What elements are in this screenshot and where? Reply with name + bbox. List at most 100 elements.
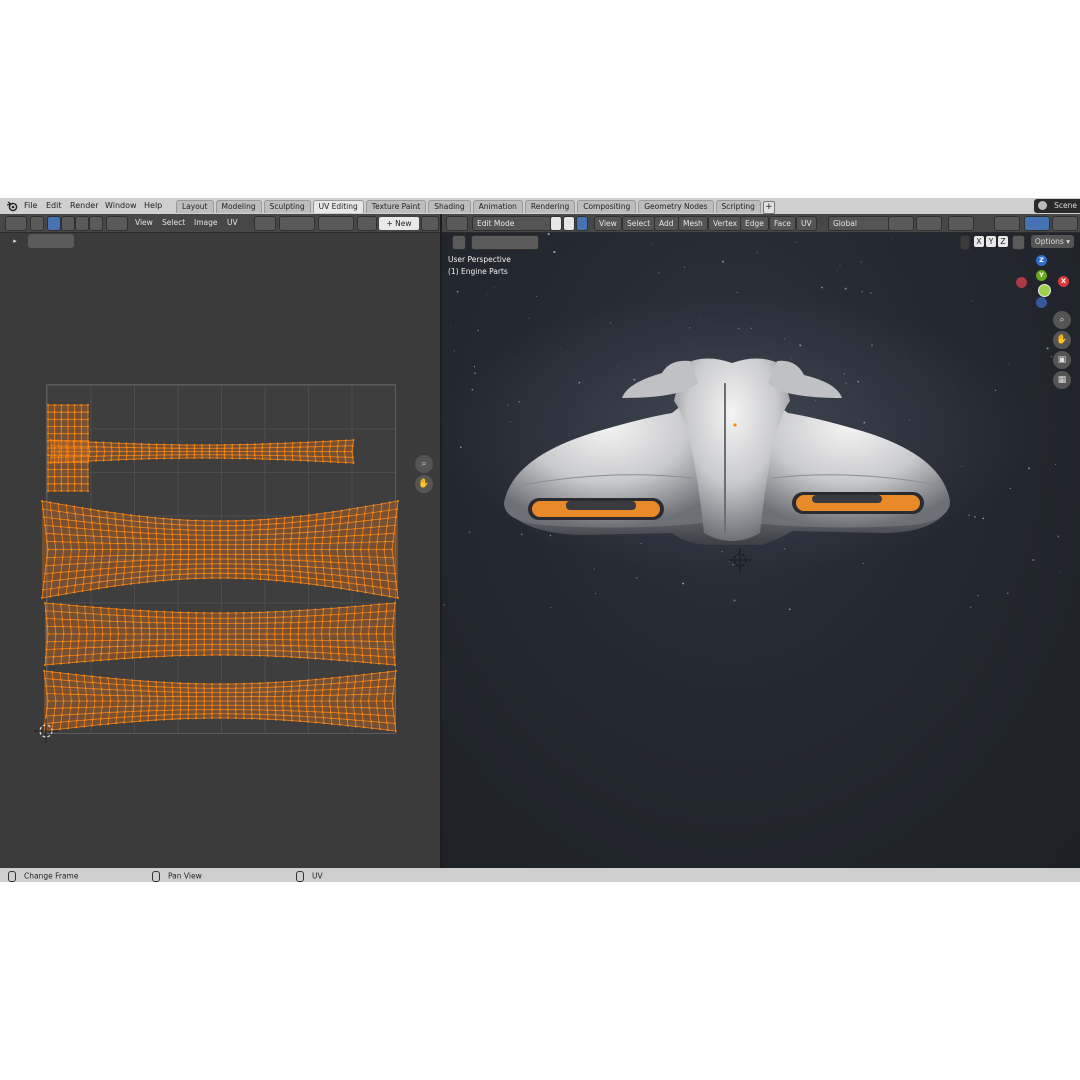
- tab-modeling[interactable]: Modeling: [215, 200, 262, 213]
- edge-mode-icon[interactable]: [563, 216, 575, 231]
- tab-texture-paint[interactable]: Texture Paint: [365, 200, 427, 213]
- viewport-3d[interactable]: User Perspective (1) Engine Parts Z Y X …: [442, 233, 1080, 868]
- vertex-select-icon[interactable]: [47, 216, 61, 231]
- menu-help[interactable]: Help: [144, 201, 162, 210]
- vp-menu-mesh[interactable]: Mesh: [678, 216, 708, 231]
- scene-name: Scene: [1054, 201, 1077, 210]
- uv-island-mid[interactable]: [41, 500, 399, 599]
- tool-toggle-icon[interactable]: [452, 235, 466, 250]
- viewport-subheader: X Y Z Options ▾: [442, 233, 1080, 250]
- sticky-mode-icon[interactable]: [106, 216, 128, 231]
- menu-window[interactable]: Window: [105, 201, 137, 210]
- uv-island-top[interactable]: [49, 439, 355, 464]
- tab-uv-editing[interactable]: UV Editing: [312, 200, 364, 213]
- uv-editor-canvas[interactable]: ⌕ ✋: [0, 233, 440, 868]
- vp-menu-add[interactable]: Add: [654, 216, 679, 231]
- scene-selector[interactable]: Scene: [1034, 199, 1080, 213]
- vp-menu-edge[interactable]: Edge: [740, 216, 769, 231]
- tab-animation[interactable]: Animation: [472, 200, 523, 213]
- camera-icon[interactable]: ▣: [1053, 351, 1071, 369]
- overlay-icon[interactable]: [1052, 216, 1078, 231]
- mirror-icon[interactable]: [960, 235, 970, 250]
- gizmo-x-axis[interactable]: X: [1058, 276, 1069, 287]
- visibility-icon[interactable]: [994, 216, 1020, 231]
- menu-file[interactable]: File: [24, 201, 37, 210]
- options-button[interactable]: Options ▾: [1030, 235, 1074, 248]
- island-select-icon[interactable]: [89, 216, 103, 231]
- gizmo-toggle-icon[interactable]: [1024, 216, 1050, 231]
- status-pan-view: Pan View: [152, 871, 202, 882]
- uv-islands[interactable]: [0, 233, 440, 868]
- face-select-icon[interactable]: [75, 216, 89, 231]
- menu-edit[interactable]: Edit: [46, 201, 62, 210]
- mirror-y-button[interactable]: Y: [986, 236, 996, 247]
- uv-subheader: ▸: [0, 233, 440, 250]
- edge-select-icon[interactable]: [61, 216, 75, 231]
- pan-hand-icon[interactable]: ✋: [1053, 331, 1071, 349]
- pivot-icon[interactable]: [254, 216, 276, 231]
- tab-compositing[interactable]: Compositing: [577, 200, 637, 213]
- add-workspace-button[interactable]: +: [762, 201, 775, 214]
- tab-geometry-nodes[interactable]: Geometry Nodes: [638, 200, 714, 213]
- uv-menu-select[interactable]: Select: [162, 218, 185, 227]
- uv-island-left[interactable]: [47, 404, 89, 492]
- vp-menu-view[interactable]: View: [594, 216, 622, 231]
- image-browse-icon[interactable]: [357, 216, 377, 231]
- menu-render[interactable]: Render: [70, 201, 98, 210]
- auto-merge-icon[interactable]: [1012, 235, 1025, 250]
- status-uv: UV: [296, 871, 323, 882]
- viewport-header: Edit Mode View Select Add Mesh Vertex Ed…: [442, 214, 1080, 233]
- blender-logo-icon[interactable]: [6, 200, 18, 212]
- vp-menu-uv[interactable]: UV: [796, 216, 817, 231]
- tab-shading[interactable]: Shading: [428, 200, 471, 213]
- proportional-icon[interactable]: [948, 216, 974, 231]
- new-image-button[interactable]: + New: [378, 216, 420, 231]
- uv-menu-uv[interactable]: UV: [227, 218, 238, 227]
- mirror-z-button[interactable]: Z: [998, 236, 1008, 247]
- uv-menu-image[interactable]: Image: [194, 218, 218, 227]
- orientation-label: Global: [833, 219, 857, 228]
- tab-layout[interactable]: Layout: [176, 200, 214, 213]
- uv-editor-header: View Select Image UV + New: [0, 214, 440, 233]
- open-image-icon[interactable]: [421, 216, 439, 231]
- new-label: New: [395, 219, 412, 228]
- blender-window: File Edit Render Window Help Layout Mode…: [0, 198, 1080, 882]
- tab-sculpting[interactable]: Sculpting: [263, 200, 311, 213]
- vp-menu-select[interactable]: Select: [622, 216, 656, 231]
- proportional-edit-icon[interactable]: [318, 216, 354, 231]
- select-mode-group[interactable]: [28, 234, 74, 248]
- vp-menu-vertex[interactable]: Vertex: [708, 216, 743, 231]
- toolbar-toggle-icon[interactable]: ▸: [8, 235, 22, 248]
- options-label: Options: [1034, 237, 1064, 246]
- ortho-grid-icon[interactable]: ▦: [1053, 371, 1071, 389]
- transform-orientation[interactable]: Global: [828, 216, 890, 231]
- uv-sync-icon[interactable]: [30, 216, 44, 231]
- pivot-point-icon[interactable]: [888, 216, 914, 231]
- gizmo-neg-z[interactable]: [1036, 297, 1047, 308]
- viewport-editor-type-icon[interactable]: [446, 216, 468, 231]
- mode-selector[interactable]: Edit Mode: [472, 216, 552, 231]
- workspace-tabs: Layout Modeling Sculpting UV Editing Tex…: [176, 200, 775, 214]
- gizmo-z-axis[interactable]: Z: [1036, 255, 1047, 266]
- mirror-x-button[interactable]: X: [974, 236, 984, 247]
- snapping-icon[interactable]: [916, 216, 942, 231]
- editor-type-icon[interactable]: [5, 216, 27, 231]
- uv-island-bottom[interactable]: [43, 670, 397, 732]
- gizmo-neg-y[interactable]: [1038, 284, 1051, 297]
- zoom-icon[interactable]: ⌕: [415, 455, 433, 473]
- select-box-group[interactable]: [471, 235, 539, 250]
- mouse-left-icon: [8, 871, 16, 882]
- gizmo-neg-x[interactable]: [1016, 277, 1027, 288]
- uv-menu-view[interactable]: View: [135, 218, 153, 227]
- tab-scripting[interactable]: Scripting: [715, 200, 761, 213]
- uv-island-low[interactable]: [44, 602, 396, 666]
- gizmo-y-axis[interactable]: Y: [1036, 270, 1047, 281]
- pan-hand-icon[interactable]: ✋: [415, 475, 433, 493]
- zoom-icon[interactable]: ⌕: [1053, 311, 1071, 329]
- vertex-mode-icon[interactable]: [550, 216, 562, 231]
- face-mode-icon[interactable]: [576, 216, 588, 231]
- active-object-label: (1) Engine Parts: [448, 267, 508, 276]
- tab-rendering[interactable]: Rendering: [524, 200, 576, 213]
- snap-icon[interactable]: [279, 216, 315, 231]
- vp-menu-face[interactable]: Face: [769, 216, 796, 231]
